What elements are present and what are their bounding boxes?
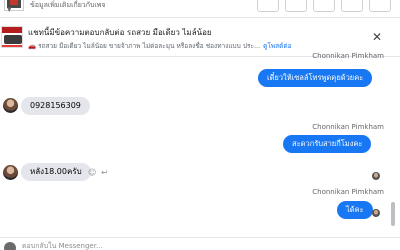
sender-name: Chonnikan Pimkham <box>312 52 384 60</box>
scrollbar[interactable] <box>391 202 395 226</box>
message-bubble-outgoing[interactable]: ได้คะ <box>337 201 373 219</box>
close-icon[interactable]: ✕ <box>370 30 384 44</box>
page-subtitle: ข้อมูลเพิ่มเติมเกี่ยวกับเพจ <box>30 1 106 9</box>
contact-avatar[interactable] <box>3 98 18 113</box>
header-action-button[interactable] <box>341 0 363 12</box>
chevron-down-icon[interactable]: ▾ <box>7 5 12 15</box>
reply-input[interactable]: ตอบกลับใน Messenger... <box>22 241 103 250</box>
post-preview-text: รถสวย มือเดียว ไมล์น้อย ขายจ้าภาพ ไม่ต่อ… <box>38 42 261 50</box>
sender-name: Chonnikan Pimkham <box>312 123 384 131</box>
contact-avatar[interactable] <box>3 165 18 180</box>
seen-avatar <box>372 209 380 217</box>
header-action-button[interactable] <box>369 0 391 12</box>
chat-thread: Chonnikan Pimkham เดี๋ยวให้เซลล์โทรพูดคุ… <box>0 52 400 238</box>
header-action-button[interactable] <box>313 0 335 12</box>
message-bubble-incoming[interactable]: หลัง18.00ครับ <box>21 163 91 181</box>
banner-title: แชทนี้มีข้อความตอบกลับต่อ รถสวย มือเดียว… <box>28 28 212 37</box>
reply-icon[interactable]: ↩ <box>101 168 108 177</box>
post-thumbnail[interactable] <box>1 26 23 48</box>
message-bubble-incoming[interactable]: 0928156309 <box>21 97 90 115</box>
page-header: ▾ ข้อมูลเพิ่มเติมเกี่ยวกับเพจ <box>0 0 400 18</box>
seen-avatar <box>372 172 380 180</box>
header-action-button[interactable] <box>257 0 279 12</box>
header-action-button[interactable] <box>285 0 307 12</box>
message-bubble-outgoing[interactable]: สะดวกรับสายกี่โมงคะ <box>283 135 372 153</box>
banner-subtitle: 🚗 รถสวย มือเดียว ไมล์น้อย ขายจ้าภาพ ไม่ต่… <box>28 41 291 51</box>
sender-name: Chonnikan Pimkham <box>312 188 384 196</box>
message-bubble-outgoing[interactable]: เดี๋ยวให้เซลล์โทรพูดคุยด้วยคะ <box>258 69 373 87</box>
car-icon: 🚗 <box>28 42 37 50</box>
user-avatar <box>4 242 16 250</box>
view-post-link[interactable]: ดูโพสต์ต่อ <box>263 42 291 50</box>
emoji-react-icon[interactable]: ☺ <box>88 168 96 177</box>
message-composer: ตอบกลับใน Messenger... <box>0 237 400 250</box>
